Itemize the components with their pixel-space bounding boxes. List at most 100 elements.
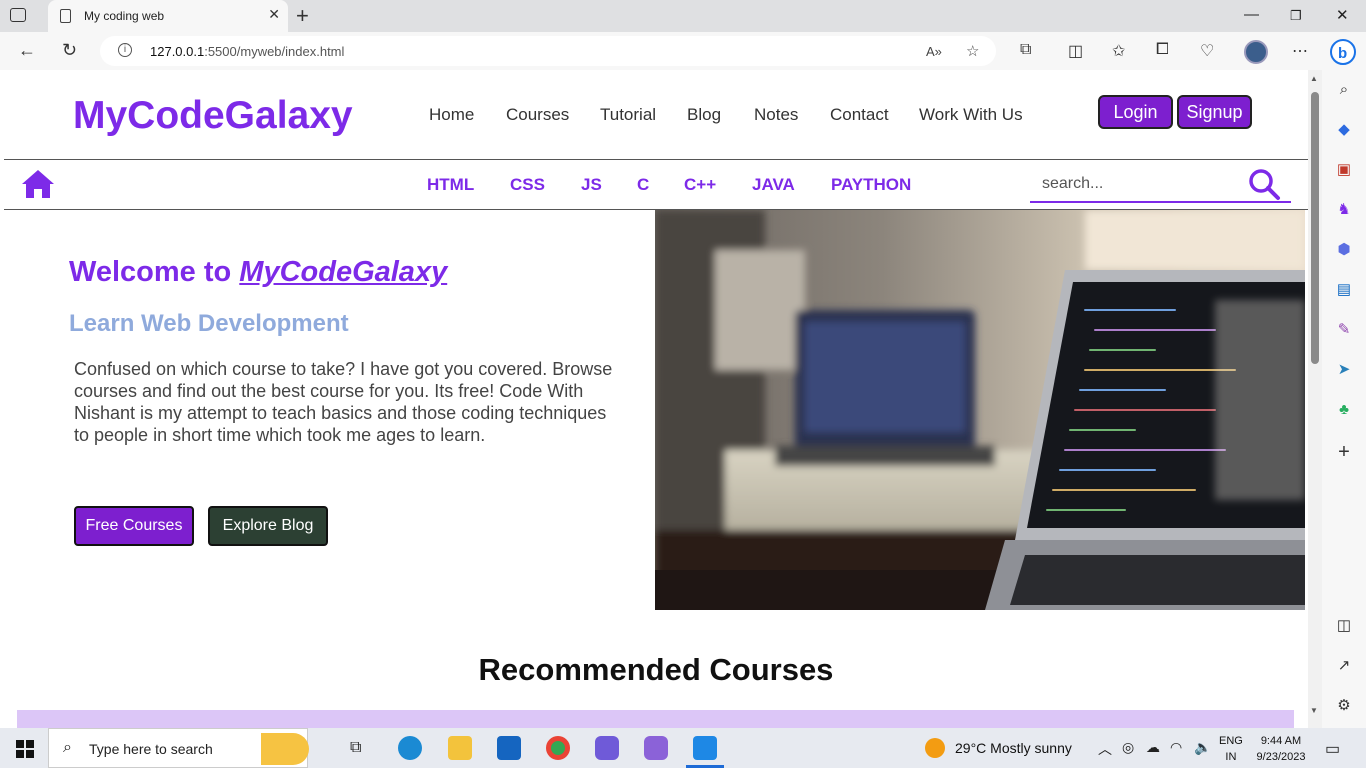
hero-laptop-image <box>655 210 1305 610</box>
page-scrollbar[interactable]: ▲ ▼ <box>1308 70 1322 728</box>
close-tab-icon[interactable]: ✕ <box>268 6 280 23</box>
nav-notes[interactable]: Notes <box>754 105 798 125</box>
restore-icon[interactable]: ❐ <box>1290 8 1302 24</box>
add-sidebar-icon[interactable]: + <box>1334 442 1354 462</box>
favorites-icon[interactable]: ✩ <box>1112 41 1125 61</box>
volume-icon[interactable]: 🔈 <box>1194 739 1211 756</box>
clock[interactable]: 9:44 AM 9/23/2023 <box>1255 733 1307 765</box>
search-icon[interactable] <box>1247 167 1281 201</box>
shopping-icon[interactable]: ◆ <box>1334 120 1354 140</box>
region-code: IN <box>1225 751 1237 763</box>
language-bar: HTML CSS JS C C++ JAVA PAYTHON <box>4 159 1308 210</box>
browser-toolbar: ← ↻ i 127.0.0.1:5500/myweb/index.html A»… <box>0 32 1366 70</box>
notifications-icon[interactable]: ▭ <box>1325 739 1340 759</box>
lang-cpp[interactable]: C++ <box>684 175 716 195</box>
login-button[interactable]: Login <box>1098 95 1173 129</box>
microsoft365-icon[interactable]: ⬢ <box>1334 240 1354 260</box>
chrome-icon[interactable] <box>546 736 570 760</box>
outlook-icon[interactable]: ▤ <box>1334 280 1354 300</box>
mail-icon[interactable] <box>497 736 521 760</box>
wifi-icon[interactable]: ◠ <box>1170 739 1182 756</box>
browser-tab[interactable]: My coding web ✕ <box>48 0 288 32</box>
nav-work-with-us[interactable]: Work With Us <box>919 105 1023 125</box>
lang-js[interactable]: JS <box>581 175 602 195</box>
m365-app-icon[interactable] <box>644 736 668 760</box>
drop-icon[interactable]: ➤ <box>1334 360 1354 380</box>
page-icon <box>60 9 71 23</box>
site-logo[interactable]: MyCodeGalaxy <box>73 94 353 138</box>
copilot-app-icon[interactable] <box>595 736 619 760</box>
hero-brand-link[interactable]: MyCodeGalaxy <box>239 256 447 288</box>
lang-c[interactable]: C <box>637 175 649 195</box>
info-icon[interactable]: i <box>118 43 132 57</box>
browser-tabbar: My coding web ✕ + — ❐ ✕ <box>0 0 1366 32</box>
hero-title: Welcome to MyCodeGalaxy <box>69 256 447 289</box>
designer-icon[interactable]: ✎ <box>1334 320 1354 340</box>
show-hidden-icons-icon[interactable]: ︿ <box>1098 739 1112 759</box>
file-explorer-icon[interactable] <box>448 736 472 760</box>
read-aloud-icon[interactable]: A» <box>926 44 942 59</box>
windows-start-icon[interactable] <box>16 740 34 758</box>
scroll-thumb[interactable] <box>1311 92 1319 364</box>
language-code: ENG <box>1219 735 1243 747</box>
sidebar-layout-icon[interactable]: ◫ <box>1334 616 1354 636</box>
nav-contact[interactable]: Contact <box>830 105 889 125</box>
collections-icon[interactable]: ⧠ <box>1156 41 1169 59</box>
open-external-icon[interactable]: ↗ <box>1334 656 1354 676</box>
hero-subtitle: Learn Web Development <box>69 310 349 337</box>
weather-icon[interactable] <box>925 738 945 758</box>
favorite-star-icon[interactable]: ☆ <box>966 42 979 60</box>
search-sidebar-icon[interactable]: ⌕ <box>1334 80 1354 100</box>
signup-button[interactable]: Signup <box>1177 95 1252 129</box>
settings-gear-icon[interactable]: ⚙ <box>1334 696 1354 716</box>
recommended-courses-heading: Recommended Courses <box>478 652 834 687</box>
nav-home[interactable]: Home <box>429 105 474 125</box>
lang-python[interactable]: PAYTHON <box>831 175 911 195</box>
search-input[interactable] <box>1030 169 1240 199</box>
close-window-icon[interactable]: ✕ <box>1336 6 1349 24</box>
address-bar[interactable]: i 127.0.0.1:5500/myweb/index.html A» ☆ <box>100 36 996 66</box>
nav-courses[interactable]: Courses <box>506 105 569 125</box>
vscode-icon[interactable] <box>693 736 717 760</box>
search-icon: ⌕ <box>63 739 72 756</box>
task-view-icon[interactable]: ⧉ <box>350 739 361 757</box>
free-courses-button[interactable]: Free Courses <box>74 506 194 546</box>
nav-tutorial[interactable]: Tutorial <box>600 105 656 125</box>
taskbar-search[interactable]: ⌕ Type here to search <box>48 728 309 768</box>
browser-essentials-icon[interactable]: ♡ <box>1200 41 1214 61</box>
courses-container <box>17 710 1294 728</box>
scroll-up-icon[interactable]: ▲ <box>1310 74 1318 83</box>
home-icon[interactable] <box>20 168 56 200</box>
explore-blog-button[interactable]: Explore Blog <box>208 506 328 546</box>
profile-avatar[interactable] <box>1244 40 1268 64</box>
lang-java[interactable]: JAVA <box>752 175 795 195</box>
edge-taskbar-icon[interactable] <box>398 736 422 760</box>
taskbar-search-placeholder: Type here to search <box>89 741 213 757</box>
split-screen-icon[interactable]: ◫ <box>1068 41 1083 61</box>
meet-now-icon[interactable]: ◎ <box>1122 739 1134 756</box>
search-highlight-icon <box>261 733 309 765</box>
games-icon[interactable]: ♞ <box>1334 200 1354 220</box>
tree-icon[interactable]: ♣ <box>1334 400 1354 420</box>
url-text[interactable]: 127.0.0.1:5500/myweb/index.html <box>150 44 344 59</box>
back-icon[interactable]: ← <box>18 40 36 61</box>
language-indicator[interactable]: ENG IN <box>1219 733 1243 765</box>
laptop-photo-illustration <box>655 210 1305 610</box>
extensions-icon[interactable]: ⧉ <box>1020 41 1031 59</box>
lang-css[interactable]: CSS <box>510 175 545 195</box>
onedrive-icon[interactable]: ☁ <box>1146 739 1160 756</box>
more-menu-icon[interactable]: ⋯ <box>1292 41 1308 61</box>
weather-text[interactable]: 29°C Mostly sunny <box>955 740 1072 756</box>
lang-html[interactable]: HTML <box>427 175 474 195</box>
tools-icon[interactable]: ▣ <box>1334 160 1354 180</box>
minimize-icon[interactable]: — <box>1244 6 1259 23</box>
nav-blog[interactable]: Blog <box>687 105 721 125</box>
refresh-icon[interactable]: ↻ <box>62 40 77 61</box>
bing-copilot-icon[interactable]: b <box>1328 38 1358 66</box>
tab-actions-icon[interactable] <box>10 8 26 22</box>
clock-time: 9:44 AM <box>1260 735 1302 747</box>
search-box <box>1030 165 1291 203</box>
welcome-text: Welcome to <box>69 256 232 288</box>
scroll-down-icon[interactable]: ▼ <box>1310 706 1318 715</box>
new-tab-icon[interactable]: + <box>296 3 309 29</box>
